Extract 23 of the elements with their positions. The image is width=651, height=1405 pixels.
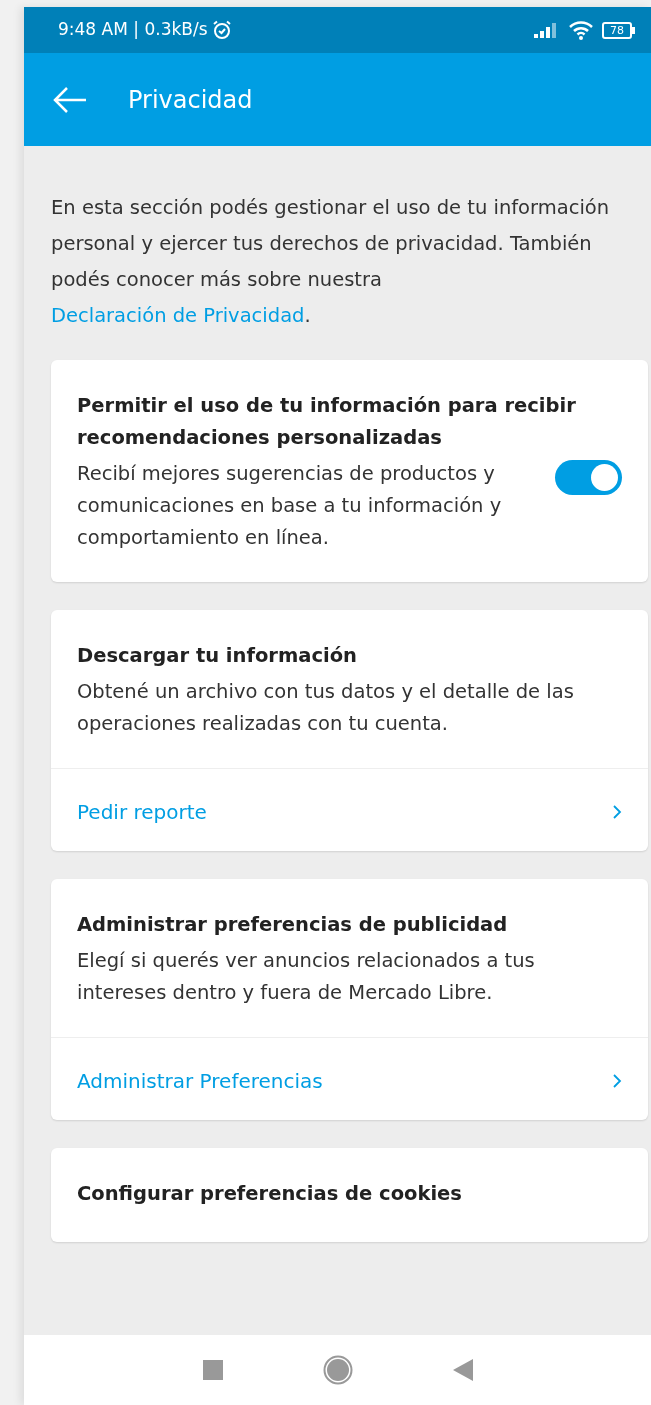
back-icon[interactable] <box>452 1359 473 1381</box>
toggle-switch[interactable] <box>555 460 622 495</box>
home-icon[interactable] <box>322 1355 353 1385</box>
card-title: Configurar preferencias de cookies <box>77 1181 463 1207</box>
card-description: Obtené un archivo con tus datos y el detalle de las operaciones realizadas con tu cuenta. <box>77 679 575 737</box>
chevron-right-icon[interactable] <box>612 1073 622 1089</box>
card-title: Descargar tu información <box>77 643 358 669</box>
chevron-right-icon[interactable] <box>612 804 622 820</box>
action-link[interactable]: Pedir reporte <box>77 797 207 827</box>
page-title: Privacidad <box>128 84 253 116</box>
card-title: Administrar preferencias de publicidad <box>77 912 509 938</box>
alarm-clock-icon <box>211 20 232 40</box>
wifi-icon <box>568 20 594 40</box>
card-description: Elegí si querés ver anuncios relacionados a tus intereses dentro y fuera de Mercado Libre. <box>77 948 536 1006</box>
battery-icon: 78 <box>602 21 635 39</box>
action-link[interactable]: Administrar Preferencias <box>77 1066 323 1096</box>
recent-apps-icon[interactable] <box>202 1360 223 1380</box>
card-description: Recibí mejores sugerencias de productos y comunicaciones en base a tu información y comportamiento en línea. <box>77 461 503 551</box>
status-time: 9:48 AM | 0.3kB/s <box>58 18 208 42</box>
back-arrow-icon[interactable] <box>52 84 88 115</box>
privacy-policy-link[interactable]: Declaración de Privacidad <box>51 304 305 327</box>
intro-paragraph: En esta sección podés gestionar el uso de tu información personal y ejercer tus derechos de privacidad. También podés conocer más sobre nuestra Declaración de Privacidad. <box>51 195 611 329</box>
card-title: Permitir el uso de tu información para recibir recomendaciones personalizadas <box>77 393 577 451</box>
